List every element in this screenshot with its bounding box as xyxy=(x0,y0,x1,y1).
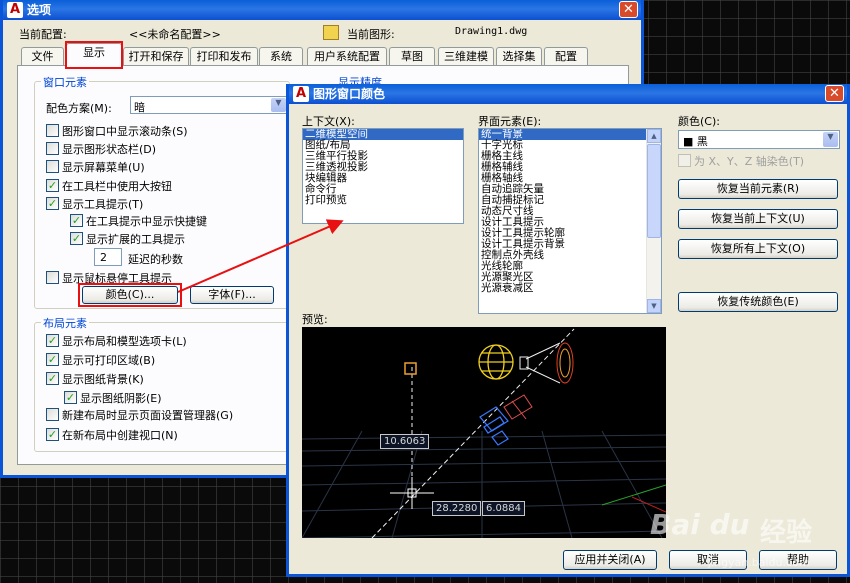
tab-files[interactable]: 文件 xyxy=(21,47,64,66)
preview-viewport: 10.6063 28.2280 6.0884 xyxy=(302,327,666,538)
layout-tabs-label: 显示布局和模型选项卡(L) xyxy=(62,335,187,348)
large-buttons-checkbox[interactable]: ✓ xyxy=(46,179,59,192)
chevron-down-icon[interactable]: ▼ xyxy=(823,132,838,147)
scroll-down-icon[interactable]: ▼ xyxy=(647,299,661,313)
extended-tooltips-checkbox[interactable]: ✓ xyxy=(70,232,83,245)
dynamic-input-value: 6.0884 xyxy=(482,501,525,516)
color-dialog-close-button[interactable]: ✕ xyxy=(825,85,844,102)
autosnap-marker xyxy=(404,362,417,375)
tooltip-shortcuts-checkbox[interactable]: ✓ xyxy=(70,214,83,227)
current-profile-value: <<未命名配置>> xyxy=(129,28,221,41)
status-bar-checkbox[interactable] xyxy=(46,142,59,155)
tooltips-checkbox[interactable]: ✓ xyxy=(46,197,59,210)
extended-tooltips-label: 显示扩展的工具提示 xyxy=(86,233,185,246)
preview-label: 预览: xyxy=(302,313,328,326)
paper-background-label: 显示图纸背景(K) xyxy=(62,373,144,386)
restore-current-context-button[interactable]: 恢复当前上下文(U) xyxy=(678,209,838,229)
color-value: ■ 黑 xyxy=(683,135,708,148)
interface-elements-label: 界面元素(E): xyxy=(478,115,542,128)
spot-cone-icon xyxy=(503,394,533,420)
layout-tabs-checkbox[interactable]: ✓ xyxy=(46,334,59,347)
apply-close-button[interactable]: 应用并关闭(A) xyxy=(563,550,657,570)
options-title: 选项 xyxy=(27,3,52,17)
delay-seconds-value: 2 xyxy=(100,251,107,264)
color-label: 颜色(C): xyxy=(678,115,720,128)
tab-system[interactable]: 系统 xyxy=(259,47,303,66)
interface-elements-scrollbar[interactable]: ▲ ▼ xyxy=(646,129,661,313)
autocad-logo-icon: A xyxy=(293,86,309,102)
color-scheme-label: 配色方案(M): xyxy=(46,102,112,115)
rollover-tooltips-checkbox[interactable] xyxy=(46,271,59,284)
screen-menu-checkbox[interactable] xyxy=(46,160,59,173)
printable-area-label: 显示可打印区域(B) xyxy=(62,354,156,367)
tab-selection[interactable]: 选择集 xyxy=(496,47,542,66)
dynamic-input-value: 28.2280 xyxy=(432,501,482,516)
restore-classic-colors-button[interactable]: 恢复传统颜色(E) xyxy=(678,292,838,312)
current-profile-label: 当前配置: xyxy=(19,28,67,41)
tooltips-label: 显示工具提示(T) xyxy=(62,198,144,211)
display-tab-highlight xyxy=(65,41,123,69)
point-light-globe-icon xyxy=(478,344,514,380)
page-setup-manager-label: 新建布局时显示页面设置管理器(G) xyxy=(62,409,234,422)
paper-shadow-checkbox[interactable]: ✓ xyxy=(64,391,77,404)
tab-3d-modeling[interactable]: 三维建模 xyxy=(438,47,494,66)
context-label: 上下文(X): xyxy=(302,115,355,128)
tint-xyz-checkbox[interactable] xyxy=(678,154,691,167)
paper-background-checkbox[interactable]: ✓ xyxy=(46,372,59,385)
tab-profiles[interactable]: 配置 xyxy=(544,47,588,66)
options-close-button[interactable]: ✕ xyxy=(619,1,638,18)
context-list[interactable]: 二维模型空间 图纸/布局 三维平行投影 三维透视投影 块编辑器 命令行 打印预览 xyxy=(302,128,464,224)
tab-open-save[interactable]: 打开和保存 xyxy=(123,47,189,66)
create-viewport-checkbox[interactable]: ✓ xyxy=(46,428,59,441)
restore-current-element-button[interactable]: 恢复当前元素(R) xyxy=(678,179,838,199)
colors-button-highlight xyxy=(78,283,182,307)
status-bar-label: 显示图形状态栏(D) xyxy=(62,143,157,156)
window-elements-title: 窗口元素 xyxy=(41,74,89,90)
create-viewport-label: 在新布局中创建视口(N) xyxy=(62,429,178,442)
current-drawing-label: 当前图形: xyxy=(347,28,395,41)
interface-element-item[interactable]: 光源衰减区 xyxy=(479,283,661,294)
context-item[interactable]: 打印预览 xyxy=(303,195,463,206)
tint-xyz-label: 为 X、Y、Z 轴染色(T) xyxy=(694,155,805,168)
cancel-button[interactable]: 取消 xyxy=(669,550,747,570)
color-scheme-value: 暗 xyxy=(134,101,145,114)
scroll-up-icon[interactable]: ▲ xyxy=(647,129,661,143)
tab-drafting[interactable]: 草图 xyxy=(389,47,435,66)
delay-seconds-input[interactable]: 2 xyxy=(94,248,122,266)
color-dialog-titlebar[interactable]: A 图形窗口颜色 ✕ xyxy=(289,84,847,104)
camera-icon xyxy=(479,406,509,446)
printable-area-checkbox[interactable]: ✓ xyxy=(46,353,59,366)
page-setup-manager-checkbox[interactable] xyxy=(46,408,59,421)
restore-all-contexts-button[interactable]: 恢复所有上下文(O) xyxy=(678,239,838,259)
current-drawing-value: Drawing1.dwg xyxy=(455,26,528,37)
tooltip-shortcuts-label: 在工具提示中显示快捷键 xyxy=(86,215,207,228)
scrollbars-checkbox[interactable] xyxy=(46,124,59,137)
interface-elements-list[interactable]: 统一背景 十字光标 栅格主线 栅格辅线 栅格轴线 自动追踪矢量 自动捕捉标记 动… xyxy=(478,128,662,314)
screen-menu-label: 显示屏幕菜单(U) xyxy=(62,161,145,174)
color-dialog: A 图形窗口颜色 ✕ 上下文(X): 二维模型空间 图纸/布局 三维平行投影 三… xyxy=(286,84,850,577)
fonts-button[interactable]: 字体(F)... xyxy=(190,286,274,304)
scrollbars-label: 图形窗口中显示滚动条(S) xyxy=(62,125,188,138)
drawing-file-icon xyxy=(323,25,339,40)
color-scheme-select[interactable]: 暗 ▼ xyxy=(130,96,288,114)
tab-plot-publish[interactable]: 打印和发布 xyxy=(190,47,258,66)
ground-grid xyxy=(302,430,666,538)
axis-line-red xyxy=(631,496,666,513)
dynamic-input-value: 10.6063 xyxy=(380,434,430,449)
layout-elements-title: 布局元素 xyxy=(41,315,89,331)
tab-user-preferences[interactable]: 用户系统配置 xyxy=(307,47,387,66)
paper-shadow-label: 显示图纸阴影(E) xyxy=(80,392,162,405)
scroll-thumb[interactable] xyxy=(647,144,661,238)
chevron-down-icon[interactable]: ▼ xyxy=(271,98,286,112)
delay-seconds-label: 延迟的秒数 xyxy=(128,253,183,266)
options-titlebar[interactable]: A 选项 ✕ xyxy=(3,0,641,20)
color-select[interactable]: ■ 黑 ▼ xyxy=(678,130,840,149)
help-button[interactable]: 帮助 xyxy=(759,550,837,570)
color-dialog-title: 图形窗口颜色 xyxy=(313,87,386,101)
large-buttons-label: 在工具栏中使用大按钮 xyxy=(62,180,172,193)
autocad-logo-icon: A xyxy=(7,2,23,18)
